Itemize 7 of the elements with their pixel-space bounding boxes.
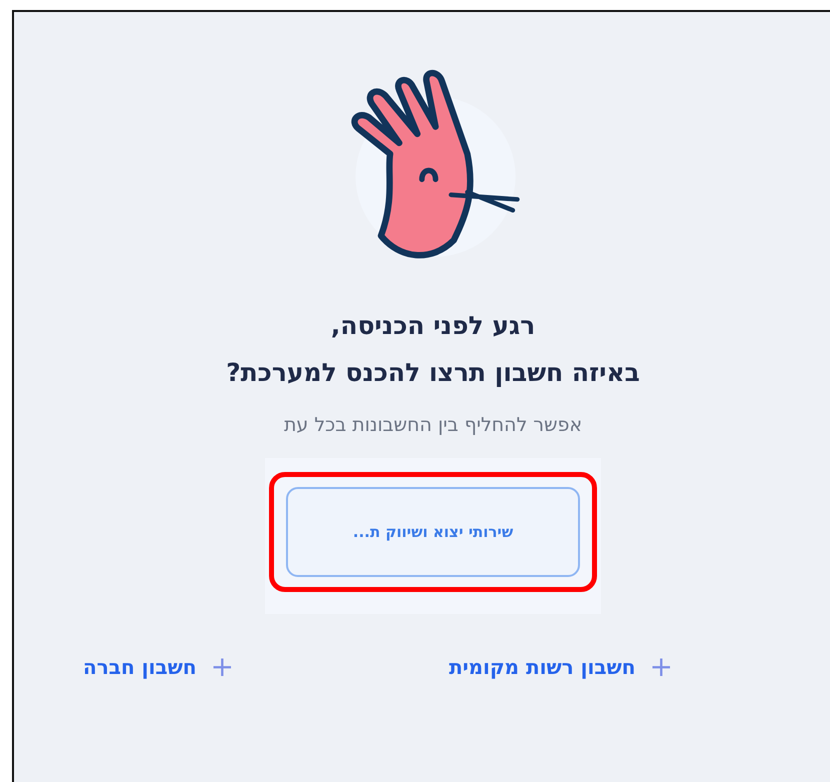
page-heading: רגע לפני הכניסה, באיזה חשבון תרצו להכנס למערכת? [226,310,640,389]
plus-icon: + [210,650,234,683]
add-account-link[interactable]: + חשבון חברה [83,650,234,683]
subtitle-text: אפשר להחליף בין החשבונות בכל עת [284,414,582,436]
plus-icon: + [650,650,673,683]
account-button[interactable]: שירותי יצוא ושיווק ת... [286,487,580,577]
add-account-link[interactable]: + חשבון רשות מקומית [448,650,673,683]
